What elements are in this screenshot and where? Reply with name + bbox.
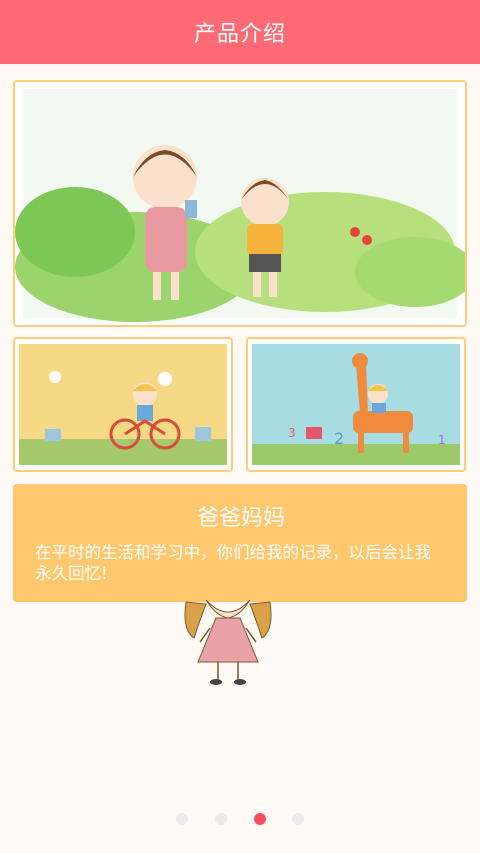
page-dot-2[interactable] <box>215 813 227 825</box>
svg-text:2: 2 <box>334 429 344 448</box>
slide-title: 爸爸妈妈 <box>196 506 285 531</box>
page-title: 产品介绍 <box>193 22 286 47</box>
children-blowing-bubbles-illustration <box>15 89 465 322</box>
boy-on-giraffe-illustration: 2 3 1 <box>252 344 460 465</box>
page-indicator <box>0 813 480 827</box>
hero-illustration-card[interactable] <box>13 80 467 327</box>
girl-character-illustration <box>184 600 272 685</box>
slide-caption-card: 爸爸妈妈 在平时的生活和学习中，你们给我的记录，以后会让我永久回忆! <box>13 484 467 602</box>
svg-text:1: 1 <box>438 433 446 447</box>
boy-on-bicycle-illustration <box>19 344 227 465</box>
page-dot-4[interactable] <box>292 813 304 825</box>
svg-text:3: 3 <box>288 426 296 440</box>
page-dot-3-active[interactable] <box>254 813 266 825</box>
page-header: 产品介绍 <box>0 0 480 64</box>
slide-description: 在平时的生活和学习中，你们给我的记录，以后会让我永久回忆! <box>35 543 431 583</box>
page-dot-1[interactable] <box>176 813 188 825</box>
bicycle-illustration-card[interactable] <box>13 337 233 472</box>
giraffe-illustration-card[interactable]: 2 3 1 <box>246 337 466 472</box>
